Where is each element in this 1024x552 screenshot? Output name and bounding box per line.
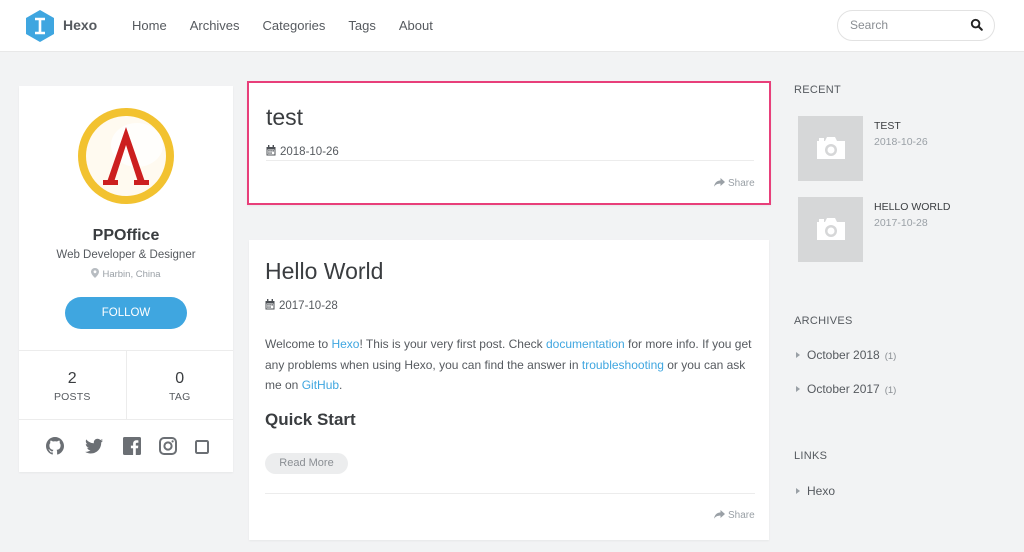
search-box	[837, 10, 995, 41]
tags-stat[interactable]: 0 TAG	[125, 351, 234, 419]
profile-name: PPOffice	[92, 227, 160, 244]
link-label: Hexo	[807, 484, 836, 498]
caret-right-icon	[796, 488, 800, 494]
recent-post-date: 2017-10-28	[874, 217, 928, 229]
square-icon[interactable]	[192, 436, 212, 456]
post-card-test: test 2018-10-26 Share	[247, 81, 771, 205]
tags-label: TAG	[169, 391, 191, 403]
profile-title: Web Developer & Designer	[56, 249, 196, 261]
share-label: Share	[728, 510, 755, 521]
camera-icon	[817, 218, 845, 240]
location-text: Harbin, China	[102, 269, 161, 280]
social-links	[45, 436, 215, 458]
nav-home[interactable]: Home	[132, 18, 167, 33]
excerpt-text: Welcome to	[265, 337, 332, 351]
main-nav: Home Archives Categories Tags About	[132, 18, 456, 33]
post-date: 2017-10-28	[265, 299, 338, 312]
recent-thumbnail[interactable]	[798, 116, 863, 181]
archive-count: (1)	[884, 351, 897, 362]
excerpt-text: ! This is your very first post. Check	[359, 337, 546, 351]
recent-post-title[interactable]: TEST	[874, 120, 901, 132]
facebook-icon[interactable]	[122, 436, 142, 456]
calendar-icon	[266, 145, 276, 156]
github-icon[interactable]	[45, 436, 65, 456]
archive-label: October 2017	[807, 382, 880, 396]
posts-stat[interactable]: 2 POSTS	[19, 351, 126, 419]
share-button[interactable]: Share	[714, 510, 755, 521]
documentation-link[interactable]: documentation	[546, 337, 625, 351]
recent-post-date: 2018-10-26	[874, 136, 928, 148]
profile-card: PPOffice Web Developer & Designer Harbin…	[19, 86, 233, 472]
excerpt-text: .	[339, 378, 343, 392]
nav-about[interactable]: About	[399, 18, 433, 33]
calendar-icon	[265, 299, 275, 310]
top-navbar: Hexo Home Archives Categories Tags About	[0, 0, 1024, 52]
hexo-logo-icon[interactable]	[26, 10, 54, 42]
archive-item[interactable]: October 2017 (1)	[796, 382, 896, 396]
recent-thumbnail[interactable]	[798, 197, 863, 262]
troubleshooting-link[interactable]: troubleshooting	[582, 358, 664, 372]
link-item[interactable]: Hexo	[796, 484, 835, 498]
post-date-text[interactable]: 2018-10-26	[280, 146, 339, 158]
tags-count: 0	[175, 370, 185, 387]
instagram-icon[interactable]	[158, 436, 178, 456]
post-excerpt: Welcome to Hexo! This is your very first…	[265, 334, 759, 396]
search-input[interactable]	[850, 18, 960, 32]
profile-location: Harbin, China	[19, 268, 233, 280]
post-date: 2018-10-26	[266, 145, 339, 158]
avatar	[78, 108, 174, 204]
share-icon	[714, 510, 725, 519]
post-divider	[265, 493, 755, 494]
archives-heading: ARCHIVES	[794, 315, 853, 327]
post-card-hello-world: Hello World 2017-10-28 Welcome to Hexo! …	[249, 240, 769, 540]
archive-count: (1)	[884, 385, 897, 396]
search-icon[interactable]	[970, 18, 984, 32]
nav-categories[interactable]: Categories	[263, 18, 326, 33]
follow-button[interactable]: FOLLOW	[65, 297, 187, 329]
caret-right-icon	[796, 386, 800, 392]
archive-item[interactable]: October 2018 (1)	[796, 348, 896, 362]
location-pin-icon	[91, 268, 100, 278]
archive-label: October 2018	[807, 348, 880, 362]
posts-label: POSTS	[53, 391, 91, 403]
recent-heading: RECENT	[794, 84, 842, 96]
post-divider	[266, 160, 754, 161]
nav-archives[interactable]: Archives	[190, 18, 240, 33]
nav-tags[interactable]: Tags	[348, 18, 375, 33]
github-link[interactable]: GitHub	[302, 378, 339, 392]
camera-icon	[817, 137, 845, 159]
share-label: Share	[728, 178, 755, 189]
post-title[interactable]: Hello World	[265, 258, 383, 285]
caret-right-icon	[796, 352, 800, 358]
recent-post-title[interactable]: HELLO WORLD	[874, 201, 950, 213]
brand-name[interactable]: Hexo	[63, 17, 97, 33]
posts-count: 2	[67, 370, 77, 387]
read-more-button[interactable]: Read More	[265, 453, 348, 474]
post-title[interactable]: test	[266, 104, 303, 131]
post-subheading: Quick Start	[265, 410, 356, 429]
links-heading: LINKS	[794, 450, 828, 462]
share-button[interactable]: Share	[714, 178, 755, 189]
share-icon	[714, 178, 725, 187]
twitter-icon[interactable]	[84, 436, 104, 456]
hexo-link[interactable]: Hexo	[331, 337, 359, 351]
post-date-text[interactable]: 2017-10-28	[279, 300, 338, 312]
profile-stats: 2 POSTS 0 TAG	[19, 350, 233, 420]
